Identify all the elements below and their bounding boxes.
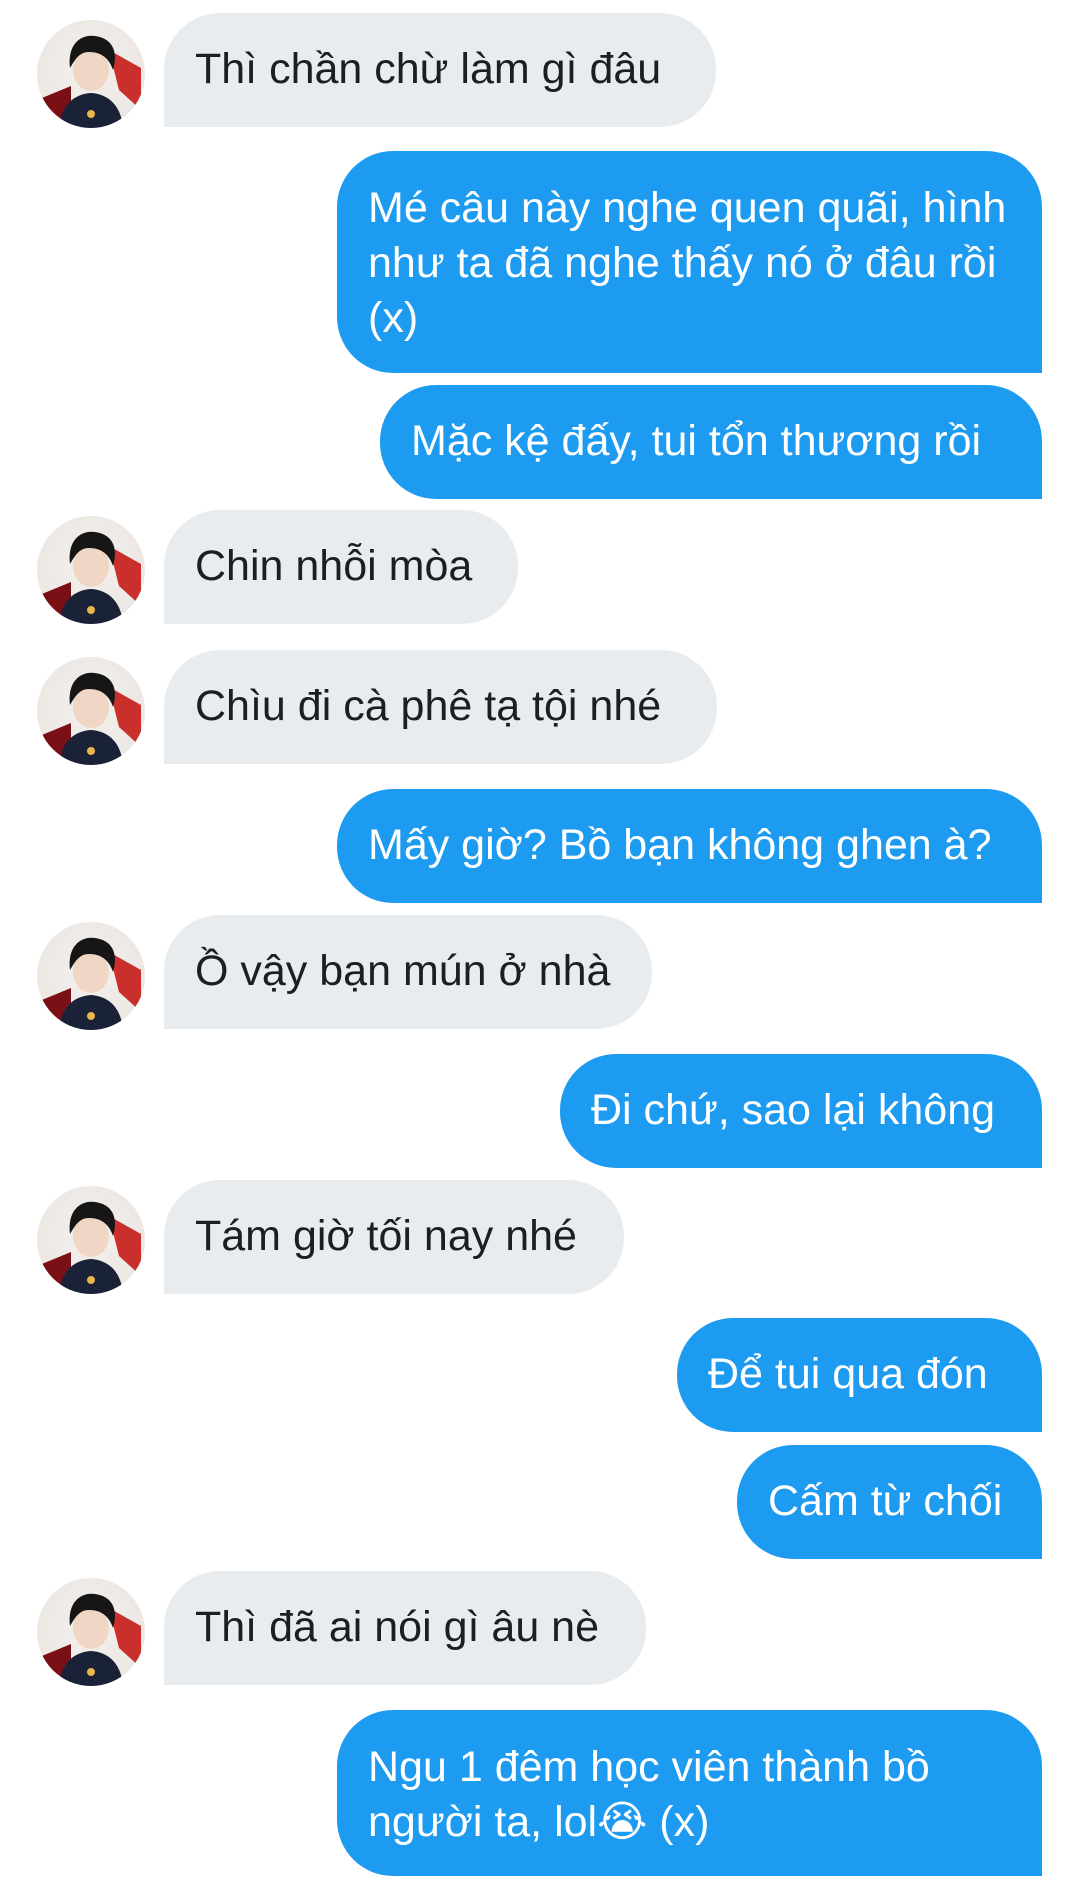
message-bubble-outgoing[interactable]: Mé câu này nghe quen quãi, hình như ta đ… (337, 151, 1042, 373)
message-bubble-incoming[interactable]: Ồ vậy bạn mún ở nhà (164, 915, 652, 1029)
avatar-icon (37, 672, 141, 765)
avatar-icon (37, 531, 141, 624)
avatar-icon (37, 35, 141, 128)
avatar-icon (37, 1201, 141, 1294)
message-bubble-incoming[interactable]: Tám giờ tối nay nhé (164, 1180, 624, 1294)
message-bubble-outgoing[interactable]: Để tui qua đón (677, 1318, 1042, 1432)
message-thread: Thì chần chừ làm gì đâu Mé câu này nghe … (0, 0, 1080, 1891)
avatar[interactable] (37, 922, 145, 1030)
message-bubble-outgoing[interactable]: Cấm từ chối (737, 1445, 1042, 1559)
avatar[interactable] (37, 516, 145, 624)
avatar-icon (37, 1593, 141, 1686)
avatar[interactable] (37, 657, 145, 765)
message-bubble-outgoing[interactable]: Mặc kệ đấy, tui tổn thương rồi (380, 385, 1042, 499)
avatar-icon (37, 937, 141, 1030)
message-bubble-incoming[interactable]: Chin nhỗi mòa (164, 510, 518, 624)
message-bubble-incoming[interactable]: Thì chần chừ làm gì đâu (164, 13, 716, 127)
avatar[interactable] (37, 1186, 145, 1294)
message-bubble-outgoing[interactable]: Ngu 1 đêm học viên thành bồ người ta, lo… (337, 1710, 1042, 1876)
avatar[interactable] (37, 1578, 145, 1686)
message-bubble-incoming[interactable]: Chìu đi cà phê tạ tội nhé (164, 650, 717, 764)
avatar[interactable] (37, 20, 145, 128)
message-bubble-outgoing[interactable]: Mấy giờ? Bồ bạn không ghen à? (337, 789, 1042, 903)
message-bubble-incoming[interactable]: Thì đã ai nói gì âu nè (164, 1571, 646, 1685)
message-bubble-outgoing[interactable]: Đi chứ, sao lại không (560, 1054, 1042, 1168)
